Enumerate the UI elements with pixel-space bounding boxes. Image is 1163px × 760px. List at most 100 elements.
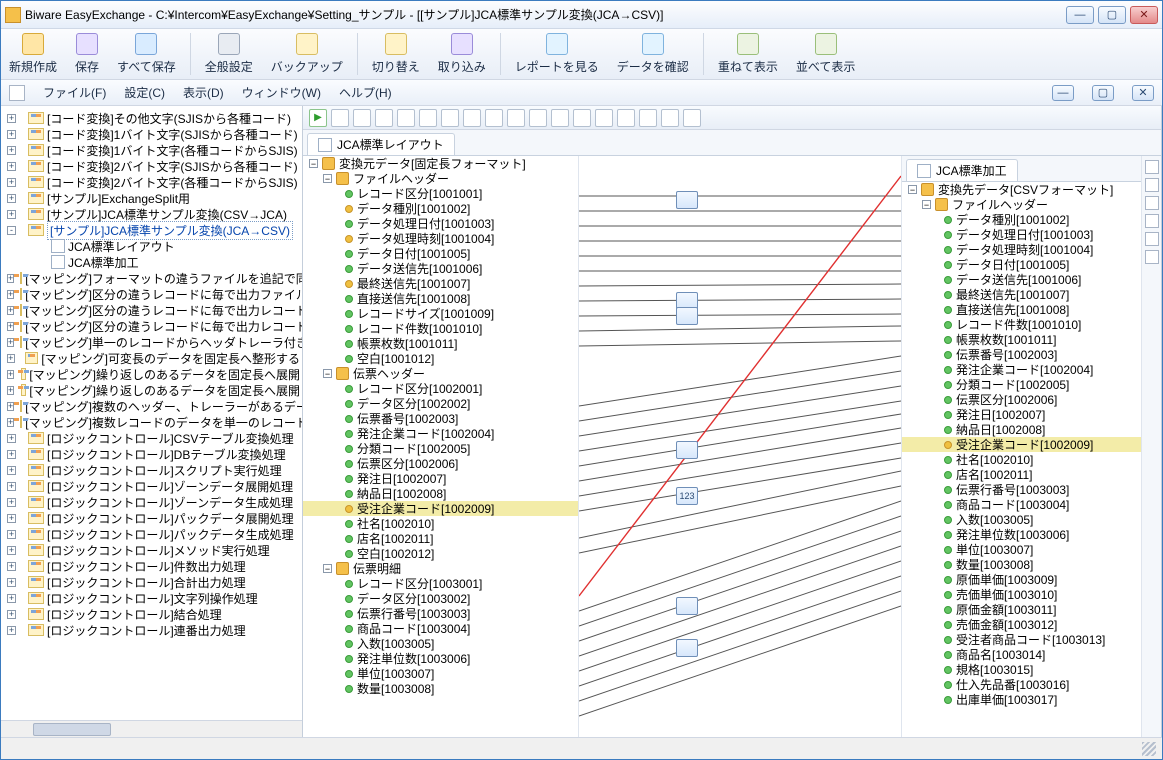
expand-icon[interactable]: + [7, 610, 16, 619]
report-button[interactable]: レポートを見る [515, 33, 599, 75]
function-node[interactable]: 123 [676, 487, 698, 505]
expand-icon[interactable]: + [7, 146, 16, 155]
field-item[interactable]: データ処理日付[1001003] [303, 216, 578, 231]
tool-9[interactable] [507, 109, 525, 127]
tree-item[interactable]: +[ロジックコントロール]文字列操作処理 [3, 590, 300, 606]
expand-icon[interactable]: + [7, 626, 16, 635]
tree-item[interactable]: +[マッピング]可変長のデータを固定長へ整形する [3, 350, 300, 366]
field-item[interactable]: 店名[1002011] [902, 467, 1141, 482]
field-item[interactable]: 発注企業コード[1002004] [303, 426, 578, 441]
expand-icon[interactable]: + [7, 114, 16, 123]
menu-view[interactable]: 表示(D) [183, 84, 224, 101]
function-node[interactable] [676, 639, 698, 657]
toggle-2[interactable] [1145, 178, 1159, 192]
tool-14[interactable] [617, 109, 635, 127]
expand-icon[interactable]: + [7, 306, 14, 315]
tool-17[interactable] [683, 109, 701, 127]
field-item[interactable]: データ区分[1002002] [303, 396, 578, 411]
field-item[interactable]: 帳票枚数[1001011] [303, 336, 578, 351]
field-item[interactable]: 最終送信先[1001007] [303, 276, 578, 291]
tool-4[interactable] [397, 109, 415, 127]
data-root[interactable]: −変換元データ[固定長フォーマット] [303, 156, 578, 171]
tree-item[interactable]: +[コード変換]1バイト文字(各種コードからSJIS) [3, 142, 300, 158]
expand-icon[interactable]: + [7, 322, 14, 331]
tree-item[interactable]: +[ロジックコントロール]連番出力処理 [3, 622, 300, 638]
tree-item[interactable]: +[サンプル]ExchangeSplit用 [3, 190, 300, 206]
expand-icon[interactable]: + [7, 274, 14, 283]
function-node[interactable] [676, 441, 698, 459]
tree-h-scrollbar[interactable] [1, 720, 302, 737]
field-item[interactable]: 発注単位数[1003006] [902, 527, 1141, 542]
tool-16[interactable] [661, 109, 679, 127]
field-item[interactable]: レコード区分[1002001] [303, 381, 578, 396]
tree-item[interactable]: +[ロジックコントロール]合計出力処理 [3, 574, 300, 590]
function-node[interactable] [676, 191, 698, 209]
expand-icon[interactable]: - [7, 226, 16, 235]
field-item[interactable]: 原価単価[1003009] [902, 572, 1141, 587]
tree-item[interactable]: +[ロジックコントロール]パックデータ展開処理 [3, 510, 300, 526]
field-item[interactable]: 伝票行番号[1003003] [303, 606, 578, 621]
expand-icon[interactable]: + [7, 530, 16, 539]
field-item[interactable]: レコードサイズ[1001009] [303, 306, 578, 321]
tree-item[interactable]: -[サンプル]JCA標準サンプル変換(JCA→CSV) [3, 222, 300, 238]
tool-12[interactable] [573, 109, 591, 127]
collapse-icon[interactable]: − [922, 200, 931, 209]
tree-item[interactable]: +[マッピング]単一のレコードからヘッダトレーラ付きで [3, 334, 300, 350]
tree-item[interactable]: +[コード変換]2バイト文字(SJISから各種コード) [3, 158, 300, 174]
toggle-6[interactable] [1145, 250, 1159, 264]
field-item[interactable]: データ日付[1001005] [902, 257, 1141, 272]
resize-grip[interactable] [1142, 742, 1156, 756]
tree-item[interactable]: +[コード変換]1バイト文字(SJISから各種コード) [3, 126, 300, 142]
field-item[interactable]: 空白[1002012] [303, 546, 578, 561]
expand-icon[interactable]: + [7, 434, 16, 443]
toggle-3[interactable] [1145, 196, 1159, 210]
tree-item[interactable]: +[マッピング]区分の違うレコードに毎で出力レコード [3, 302, 300, 318]
expand-icon[interactable]: + [7, 290, 14, 299]
collapse-icon[interactable]: − [309, 159, 318, 168]
field-item[interactable]: 発注日[1002007] [303, 471, 578, 486]
expand-icon[interactable]: + [7, 514, 16, 523]
field-item[interactable]: データ送信先[1001006] [902, 272, 1141, 287]
field-item[interactable]: レコード件数[1001010] [902, 317, 1141, 332]
expand-icon[interactable]: + [7, 130, 16, 139]
field-item[interactable]: 商品コード[1003004] [902, 497, 1141, 512]
expand-icon[interactable]: + [7, 370, 14, 379]
tool-15[interactable] [639, 109, 657, 127]
field-item[interactable]: 単位[1003007] [902, 542, 1141, 557]
minimize-button[interactable]: — [1066, 6, 1094, 24]
tool-3[interactable] [375, 109, 393, 127]
field-item[interactable]: 納品日[1002008] [303, 486, 578, 501]
field-item[interactable]: レコード件数[1001010] [303, 321, 578, 336]
src-tab[interactable]: JCA標準レイアウト [307, 133, 455, 155]
expand-icon[interactable]: + [7, 482, 16, 491]
field-item[interactable]: データ区分[1003002] [303, 591, 578, 606]
tree-item[interactable]: +[ロジックコントロール]ゾーンデータ展開処理 [3, 478, 300, 494]
field-item[interactable]: 受注者商品コード[1003013] [902, 632, 1141, 647]
tree-item[interactable]: +[ロジックコントロール]メソッド実行処理 [3, 542, 300, 558]
field-item[interactable]: 原価金額[1003011] [902, 602, 1141, 617]
tree-item[interactable]: +[ロジックコントロール]件数出力処理 [3, 558, 300, 574]
field-item[interactable]: 入数[1003005] [303, 636, 578, 651]
expand-icon[interactable]: + [7, 402, 14, 411]
tree-item[interactable]: +[ロジックコントロール]スクリプト実行処理 [3, 462, 300, 478]
mdi-close-button[interactable]: ✕ [1132, 85, 1154, 101]
source-tree[interactable]: −変換元データ[固定長フォーマット]−ファイルヘッダーレコード区分[100100… [303, 156, 579, 737]
field-item[interactable]: データ処理時刻[1001004] [902, 242, 1141, 257]
new-button[interactable]: 新規作成 [9, 33, 57, 75]
function-node[interactable] [676, 597, 698, 615]
tree-item[interactable]: +[ロジックコントロール]パックデータ生成処理 [3, 526, 300, 542]
field-item[interactable]: データ処理時刻[1001004] [303, 231, 578, 246]
field-item[interactable]: データ送信先[1001006] [303, 261, 578, 276]
tool-10[interactable] [529, 109, 547, 127]
tree-item[interactable]: JCA標準レイアウト [3, 238, 300, 254]
field-item[interactable]: 発注単位数[1003006] [303, 651, 578, 666]
collapse-icon[interactable]: − [323, 369, 332, 378]
field-item[interactable]: レコード区分[1001001] [303, 186, 578, 201]
field-item[interactable]: 仕入先品番[1003016] [902, 677, 1141, 692]
check-button[interactable]: データを確認 [617, 33, 689, 75]
menu-file[interactable]: ファイル(F) [43, 84, 106, 101]
run-button[interactable]: ▶ [309, 109, 327, 127]
tool-11[interactable] [551, 109, 569, 127]
field-item[interactable]: 規格[1003015] [902, 662, 1141, 677]
tool-13[interactable] [595, 109, 613, 127]
